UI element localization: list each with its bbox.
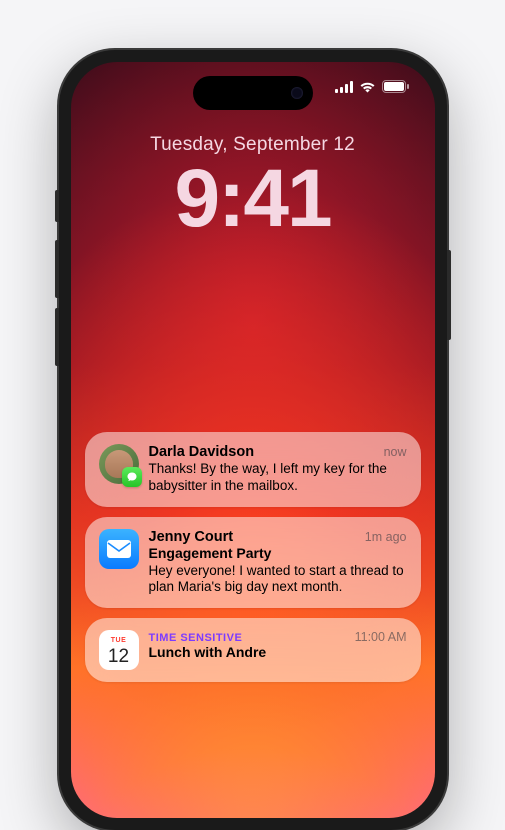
notification-mail[interactable]: Jenny Court 1m ago Engagement Party Hey …: [85, 517, 421, 609]
volume-down-button[interactable]: [55, 308, 59, 366]
battery-icon: [382, 80, 409, 93]
mail-app-icon: [99, 529, 139, 569]
lock-screen[interactable]: Tuesday, September 12 9:41 Darla Davidso…: [71, 62, 435, 818]
front-camera-icon: [291, 87, 303, 99]
notification-body: Darla Davidson now Thanks! By the way, I…: [149, 444, 407, 495]
calendar-icon-day-label: TUE: [99, 635, 139, 646]
notification-app-icon-wrap: TUE 12: [99, 630, 139, 670]
notification-preview: Hey everyone! I wanted to start a thread…: [149, 563, 407, 597]
notification-subject: Engagement Party: [149, 545, 407, 562]
wifi-icon: [359, 81, 376, 93]
notification-timestamp: 11:00 AM: [355, 630, 407, 644]
notification-avatar-wrap: [99, 444, 139, 484]
silent-switch[interactable]: [55, 190, 59, 222]
notification-body: TIME SENSITIVE 11:00 AM Lunch with Andre: [149, 630, 407, 661]
dynamic-island[interactable]: [193, 76, 313, 110]
notification-body: Jenny Court 1m ago Engagement Party Hey …: [149, 529, 407, 597]
notification-messages[interactable]: Darla Davidson now Thanks! By the way, I…: [85, 432, 421, 507]
datetime-block: Tuesday, September 12 9:41: [71, 134, 435, 240]
side-power-button[interactable]: [447, 250, 451, 340]
notification-timestamp: now: [384, 445, 407, 459]
notification-calendar[interactable]: TUE 12 TIME SENSITIVE 11:00 AM Lunch wit…: [85, 618, 421, 682]
notification-preview: Thanks! By the way, I left my key for th…: [149, 461, 407, 495]
cellular-signal-icon: [335, 81, 353, 93]
volume-up-button[interactable]: [55, 240, 59, 298]
time-sensitive-badge: TIME SENSITIVE: [149, 632, 243, 644]
notification-list: Darla Davidson now Thanks! By the way, I…: [85, 432, 421, 682]
status-bar: [335, 80, 409, 93]
notification-event-title: Lunch with Andre: [149, 644, 407, 661]
phone-frame: Tuesday, September 12 9:41 Darla Davidso…: [59, 50, 447, 830]
calendar-icon-day-number: 12: [108, 647, 129, 666]
calendar-app-icon: TUE 12: [99, 630, 139, 670]
lock-screen-time: 9:41: [71, 158, 435, 240]
notification-sender: Jenny Court: [149, 529, 234, 545]
notification-sender: Darla Davidson: [149, 444, 255, 460]
notification-app-icon-wrap: [99, 529, 139, 569]
notification-timestamp: 1m ago: [365, 530, 407, 544]
messages-app-badge-icon: [122, 467, 142, 487]
